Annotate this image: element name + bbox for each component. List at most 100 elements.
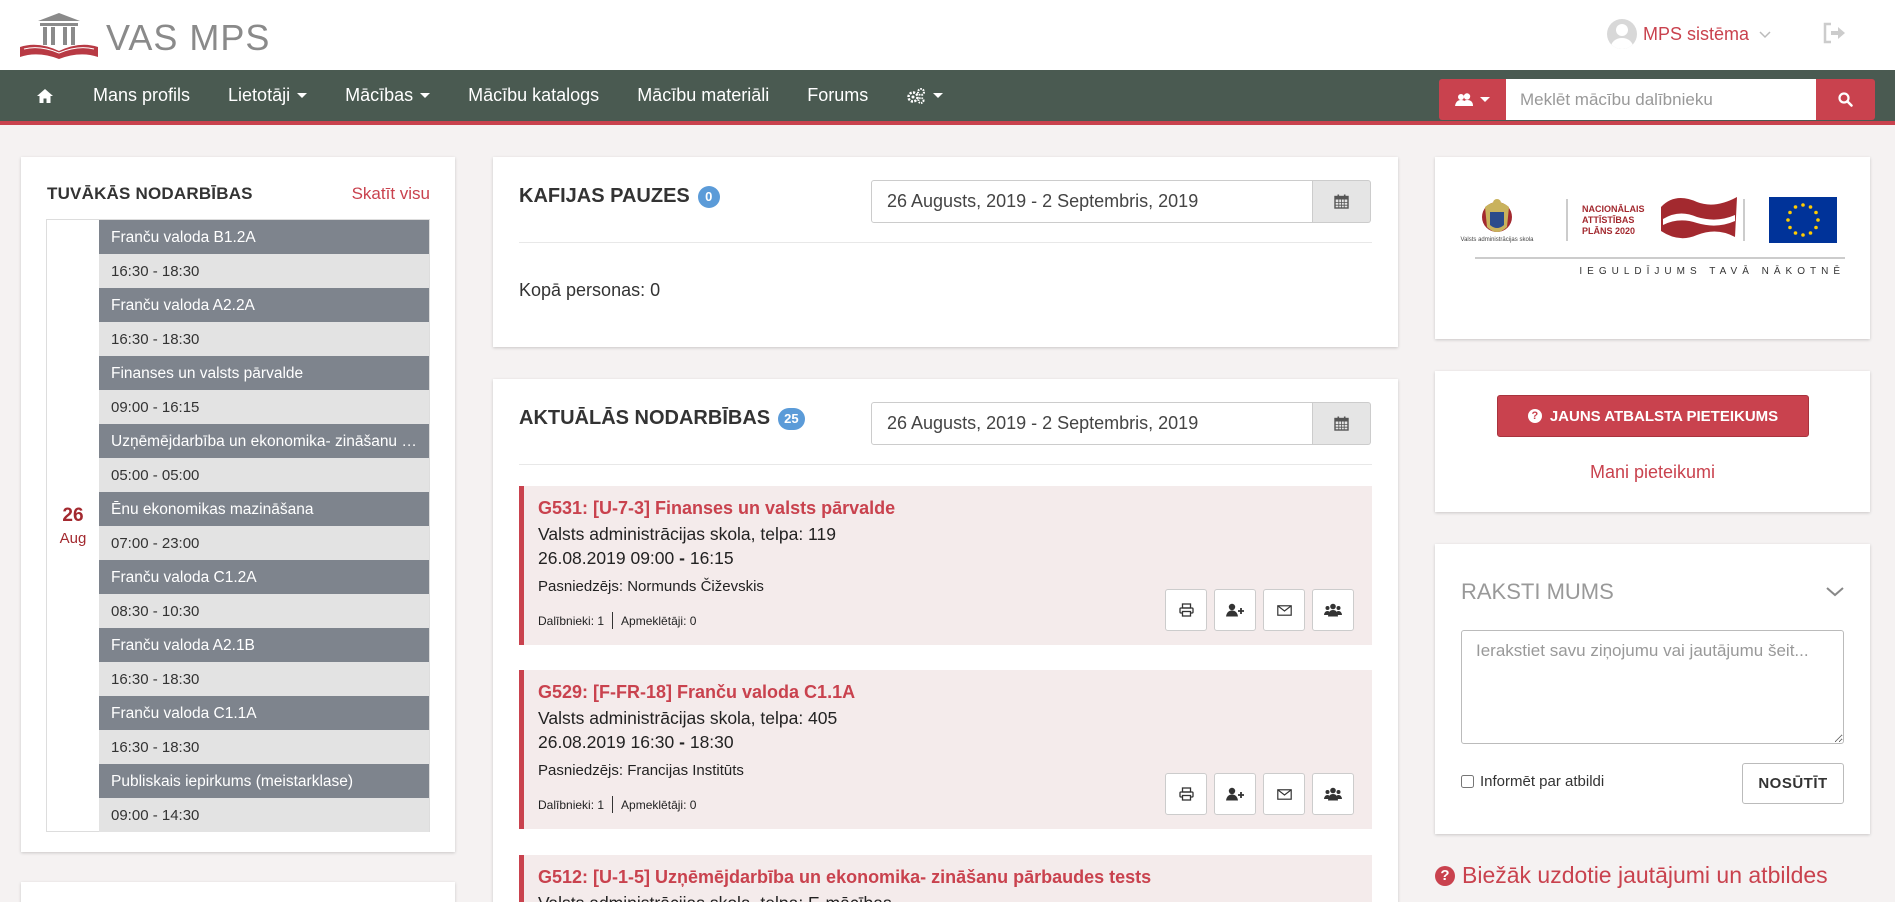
calendar-button[interactable] [1313,402,1371,445]
top-header: VAS MPS MPS sistēma [0,0,1895,70]
calendar-icon [1334,416,1349,431]
schedule-item[interactable]: Franču valoda C1.2A 08:30 - 10:30 [99,560,429,628]
nav-item-materials[interactable]: Mācību materiāli [618,85,788,106]
calendar-button[interactable] [1313,180,1371,223]
caret-down-icon [1480,97,1490,102]
activities-date-range: 26 Augusts, 2019 - 2 Septembris, 2019 [871,402,1371,445]
nav-item-courses[interactable]: Mācības [326,85,449,106]
panel-title: KAFIJAS PAUZES 0 [519,185,720,208]
print-icon [1178,787,1194,801]
nav-item-label: Forums [807,85,869,105]
chevron-down-icon[interactable] [1826,584,1844,602]
support-panel: ? JAUNS ATBALSTA PIETEIKUMS Mani pieteik… [1435,371,1870,512]
schedule-item[interactable]: Franču valoda A2.1B 16:30 - 18:30 [99,628,429,696]
schedule-date: 26 Aug [47,220,99,831]
schedule-item[interactable]: Franču valoda B1.2A 16:30 - 18:30 [99,220,429,288]
total-persons: Kopā personas: 0 [519,280,661,300]
activity-card: G531: [U-7-3] Finanses un valsts pārvald… [519,486,1372,645]
count-badge: 25 [778,407,805,430]
activity-actions [1165,773,1354,815]
question-circle-icon: ? [1435,865,1455,886]
upcoming-lessons-panel: TUVĀKĀS NODARBĪBAS Skatīt visu 26 Aug Fr… [21,157,455,852]
nav-item-forums[interactable]: Forums [788,85,887,106]
nav-item-profile[interactable]: Mans profils [74,85,209,106]
nav-item-users[interactable]: Lietotāji [209,85,326,106]
add-participant-button[interactable] [1214,589,1256,631]
panel-title-text: KAFIJAS PAUZES [519,185,690,207]
email-button[interactable] [1263,773,1305,815]
main-navbar: Mans profils Lietotāji Mācības Mācību ka… [0,70,1895,125]
my-requests-link[interactable]: Mani pieteikumi [1435,462,1870,483]
activity-location: Valsts administrācijas skola, telpa: E-m… [538,893,892,902]
print-button[interactable] [1165,589,1207,631]
search-button[interactable] [1816,79,1875,120]
faq-link[interactable]: ? Biežāk uzdotie jautājumi un atbildes [1435,862,1828,889]
participants-button[interactable] [1312,589,1354,631]
search-input[interactable] [1506,79,1816,120]
schedule-item[interactable]: Uzņēmējdarbība un ekonomika- zināšanu pā… [99,424,429,492]
message-textarea[interactable] [1461,630,1844,744]
add-participant-button[interactable] [1214,773,1256,815]
book-columns-icon [20,13,98,59]
logout-icon[interactable] [1822,22,1848,46]
nap-line-2: ATTĪSTĪBAS [1582,215,1634,225]
schedule-item-time: 09:00 - 14:30 [99,798,429,832]
schedule-item-name: Publiskais iepirkums (meistarklase) [99,764,429,798]
activity-title[interactable]: G529: [F-FR-18] Franču valoda C1.1A [538,682,855,703]
view-all-link[interactable]: Skatīt visu [352,184,430,204]
nav-item-label: Mācību materiāli [637,85,770,105]
users-icon [1324,787,1342,801]
schedule-item[interactable]: Franču valoda C1.1A 16:30 - 18:30 [99,696,429,764]
activity-end: 16:15 [689,548,734,568]
current-activities-panel: AKTUĀLĀS NODARBĪBAS 25 26 Augusts, 2019 … [493,379,1398,902]
gears-icon [907,87,926,104]
separator [612,796,614,813]
schedule-item-time: 08:30 - 10:30 [99,594,429,628]
schedule-item-time: 09:00 - 16:15 [99,390,429,424]
schedule-item-time: 16:30 - 18:30 [99,322,429,356]
participants-button[interactable] [1312,773,1354,815]
activity-title[interactable]: G512: [U-1-5] Uzņēmējdarbība un ekonomik… [538,867,1151,888]
separator [612,612,614,629]
logo[interactable]: VAS MPS [18,10,270,62]
email-button[interactable] [1263,589,1305,631]
activity-end: 18:30 [689,732,734,752]
user-menu[interactable]: MPS sistēma [1607,19,1771,49]
search-filter-button[interactable] [1439,79,1506,120]
eu-flag-icon [1769,197,1837,243]
attendees-count: Apmeklētāji: 0 [621,797,697,812]
schedule-item-name: Franču valoda A2.2A [99,288,429,322]
activity-title[interactable]: G531: [U-7-3] Finanses un valsts pārvald… [538,498,895,519]
question-circle-icon: ? [1527,409,1542,423]
panel-title: TUVĀKĀS NODARBĪBAS [47,184,253,203]
print-button[interactable] [1165,773,1207,815]
schedule-item-name: Ēnu ekonomikas mazināšana [99,492,429,526]
user-plus-icon [1226,603,1244,617]
schedule-item-time: 16:30 - 18:30 [99,254,429,288]
activity-lecturer: Pasniedzējs: Francijas Institūts [538,762,744,779]
user-name: MPS sistēma [1643,23,1750,44]
nav-item-catalog[interactable]: Mācību katalogs [449,85,618,106]
nav-item-settings[interactable] [887,87,962,104]
schedule-item[interactable]: Franču valoda A2.2A 16:30 - 18:30 [99,288,429,356]
schedule-item[interactable]: Ēnu ekonomikas mazināšana 07:00 - 23:00 [99,492,429,560]
inform-checkbox-row[interactable]: Informēt par atbildi [1461,773,1604,790]
button-label: JAUNS ATBALSTA PIETEIKUMS [1549,407,1779,425]
send-button[interactable]: NOSŪTĪT [1742,763,1844,804]
schedule-item[interactable]: Finanses un valsts pārvalde 09:00 - 16:15 [99,356,429,424]
new-support-request-button[interactable]: ? JAUNS ATBALSTA PIETEIKUMS [1497,395,1809,437]
schedule-day: 26 [62,504,84,526]
home-icon[interactable] [30,70,60,121]
date-range-input[interactable]: 26 Augusts, 2019 - 2 Septembris, 2019 [871,402,1313,445]
faq-label: Biežāk uzdotie jautājumi un atbildes [1462,862,1828,888]
participants-count: Dalībnieki: 1 [538,797,605,812]
inform-checkbox[interactable] [1461,775,1474,788]
schedule-item[interactable]: Publiskais iepirkums (meistarklase) 09:00… [99,764,429,832]
print-icon [1178,603,1194,617]
date-range-input[interactable]: 26 Augusts, 2019 - 2 Septembris, 2019 [871,180,1313,223]
activity-location: Valsts administrācijas skola, telpa: 405 [538,708,838,728]
nap-line-1: NACIONĀLAIS [1582,204,1645,214]
nav-item-label: Mācību katalogs [468,85,600,105]
schedule-item-name: Finanses un valsts pārvalde [99,356,429,390]
sponsor-logos: Valsts administrācijas skola NACIONĀLAIS… [1461,197,1845,277]
